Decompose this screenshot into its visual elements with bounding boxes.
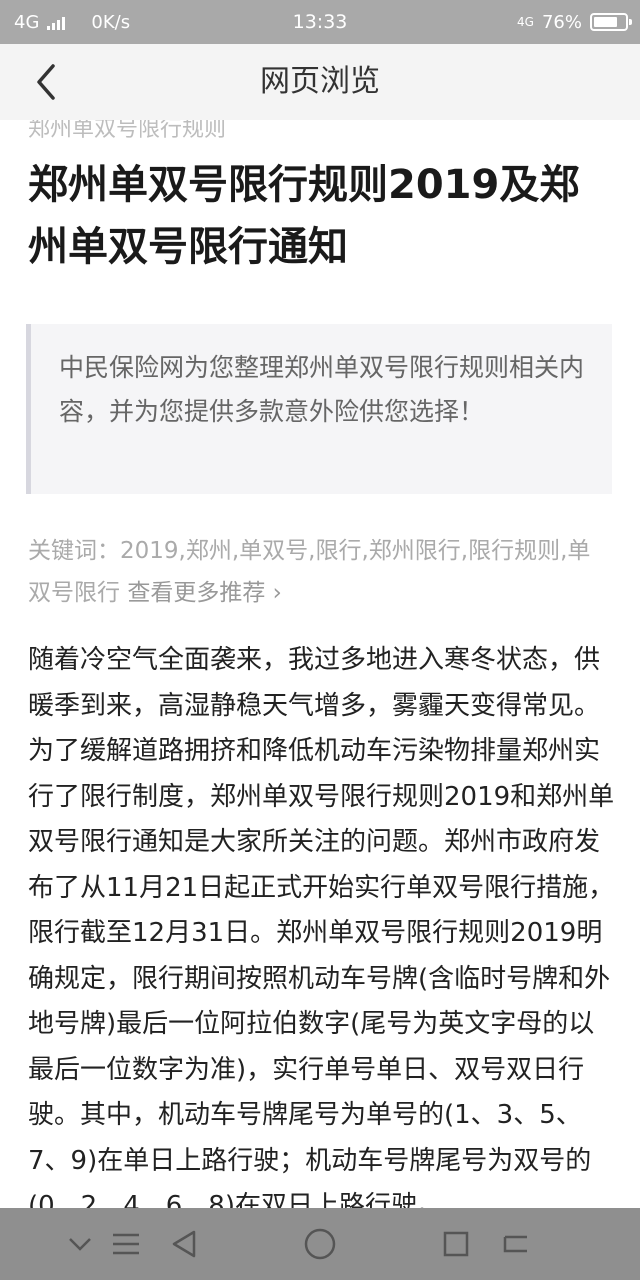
menu-button[interactable] (108, 1208, 144, 1280)
keywords-label: 关键词： (28, 538, 120, 564)
network-type-right: 4G (517, 15, 534, 29)
return-button[interactable] (496, 1208, 536, 1280)
status-bar: 4G 0K/s 13:33 4G 76% (0, 0, 640, 44)
recent-apps-button[interactable] (436, 1208, 476, 1280)
battery-icon (590, 13, 632, 31)
article-title: 郑州单双号限行规则2019及郑州单双号限行通知 (28, 162, 580, 270)
home-button[interactable] (298, 1208, 342, 1280)
article-body: 随着冷空气全面袭来，我过多地进入寒冬状态，供暖季到来，高湿静稳天气增多，雾霾天变… (28, 645, 615, 1208)
back-nav-button[interactable] (162, 1208, 206, 1280)
keywords: 关键词：2019,郑州,单双号,限行,郑州限行,限行规则,单双号限行 查看更多推… (28, 530, 612, 614)
summary-text: 中民保险网为您整理郑州单双号限行规则相关内容，并为您提供多款意外险供您选择！ (59, 353, 585, 426)
page-title: 网页浏览 (260, 64, 380, 99)
recent-square-icon (443, 1231, 469, 1257)
home-circle-icon (304, 1228, 336, 1260)
article-content[interactable]: 郑州单双号限行规则 郑州单双号限行规则2019及郑州单双号限行通知 中民保险网为… (0, 120, 640, 1208)
return-icon (503, 1235, 527, 1253)
more-recommendations-link[interactable]: 查看更多推荐 › (127, 580, 282, 606)
battery-percent: 76% (541, 11, 582, 33)
bottom-nav-bar (0, 1208, 640, 1280)
summary-box: 中民保险网为您整理郑州单双号限行规则相关内容，并为您提供多款意外险供您选择！ (26, 324, 612, 494)
status-right: 4G 76% (517, 0, 632, 44)
nav-bar: 网页浏览 (0, 44, 640, 120)
chevron-down-icon (69, 1238, 91, 1251)
menu-icon (113, 1233, 139, 1255)
breadcrumb: 郑州单双号限行规则 (28, 120, 227, 138)
battery-level (594, 17, 617, 27)
collapse-button[interactable] (62, 1208, 98, 1280)
back-triangle-icon (172, 1230, 196, 1258)
